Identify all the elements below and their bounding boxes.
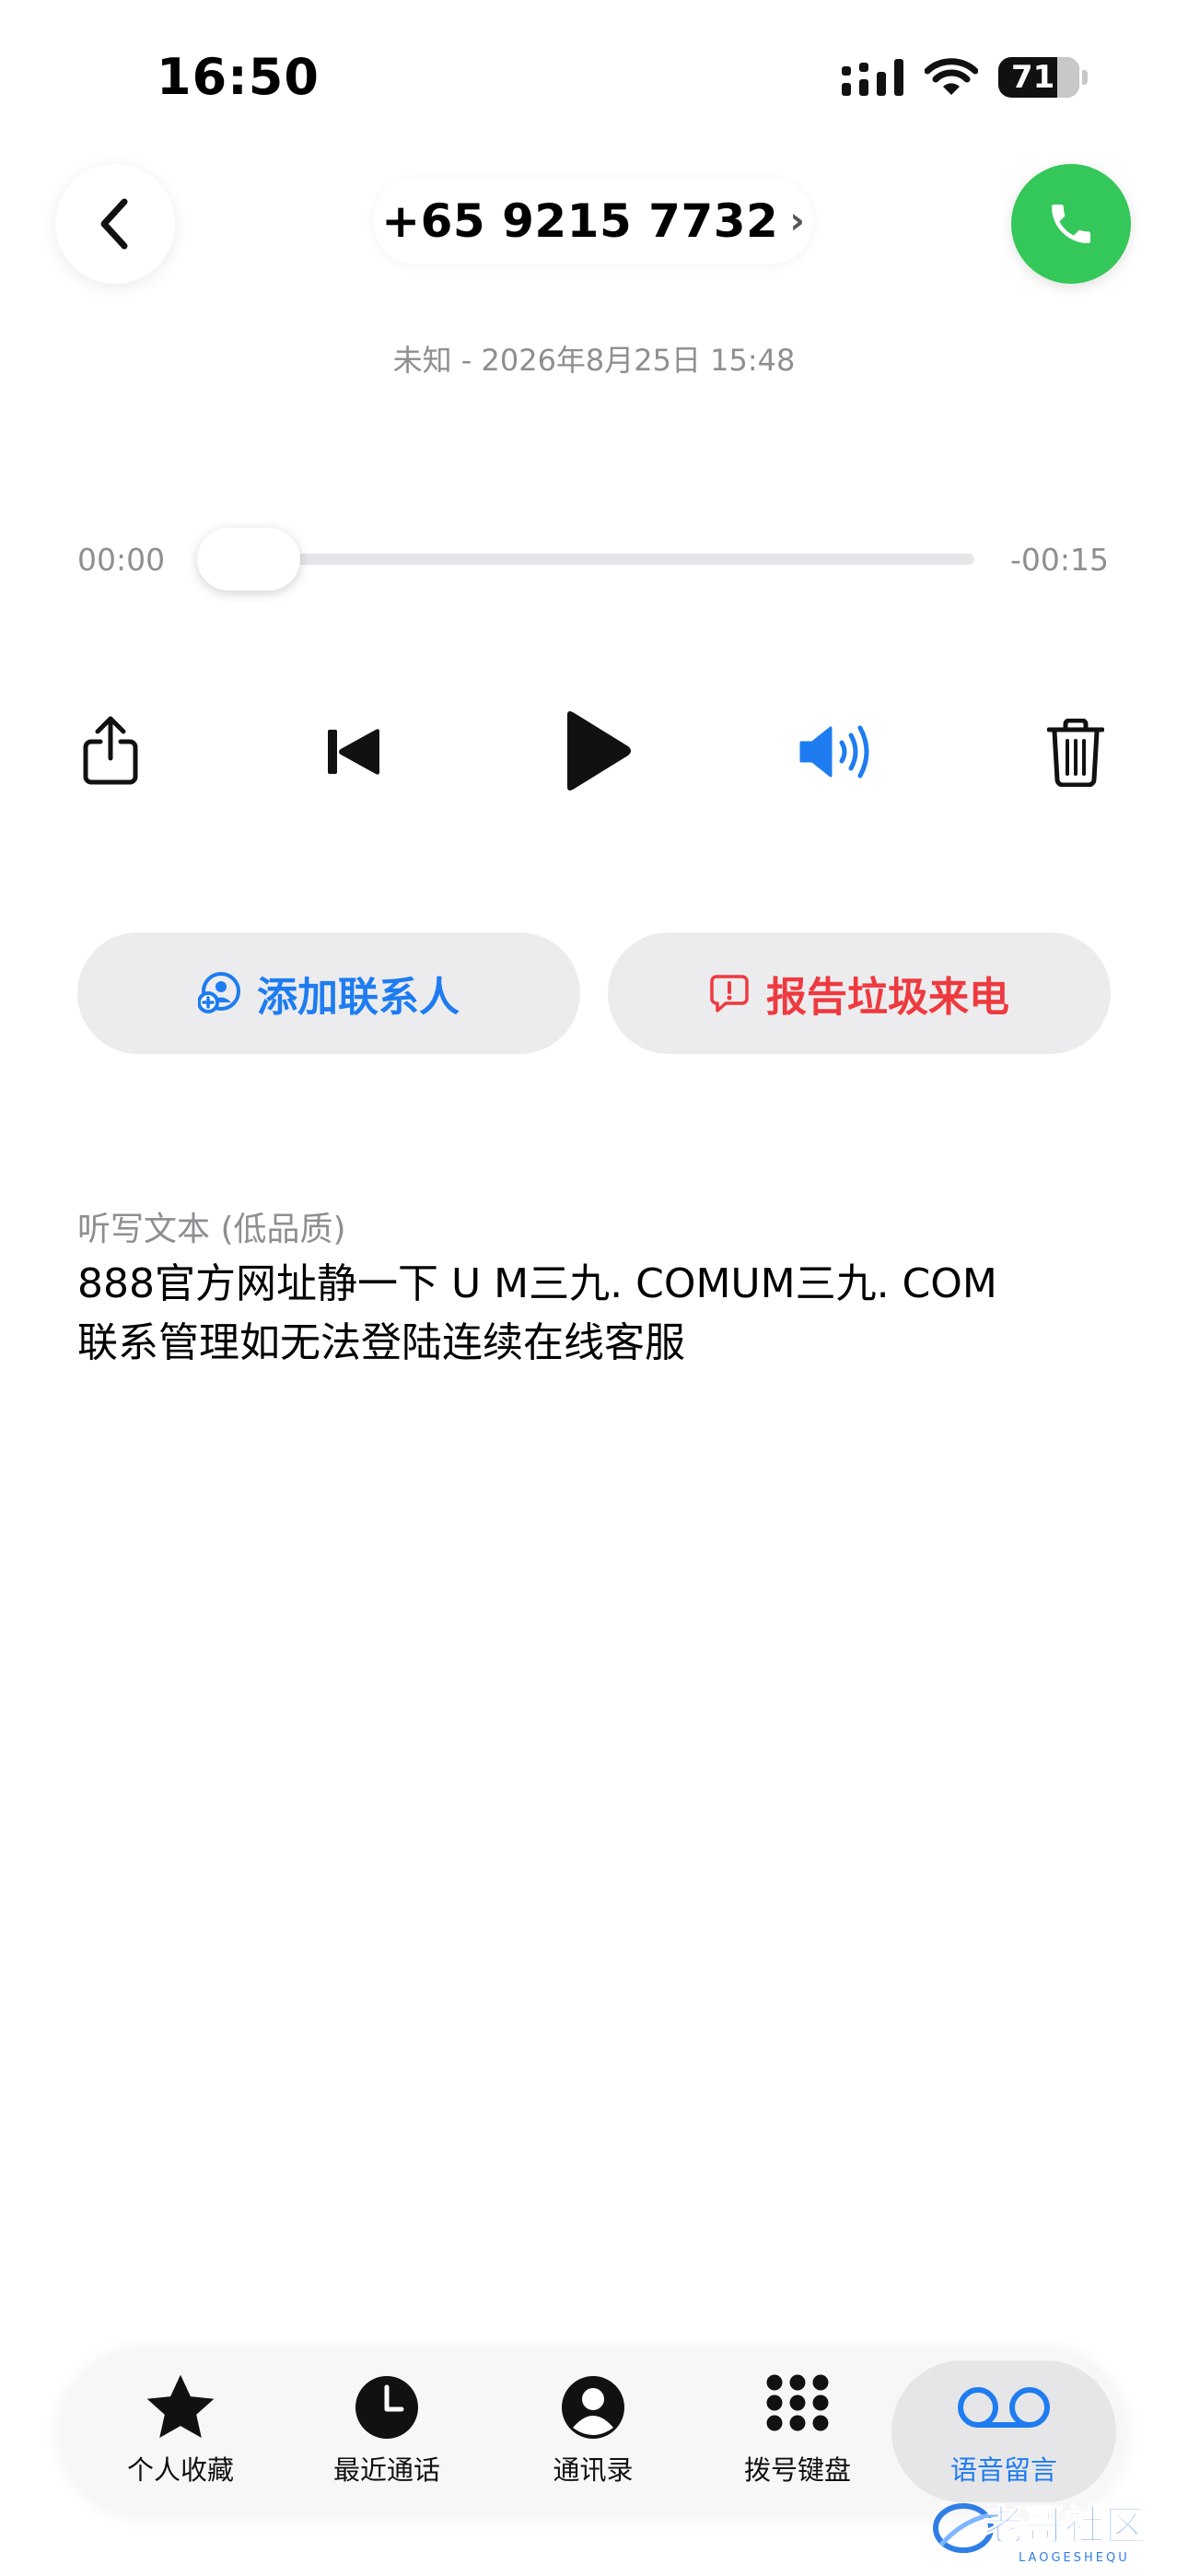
- clock-icon: [355, 2376, 418, 2439]
- transcript-line: 888官方网址静一下 U M三九. COMUM三九. COM: [77, 1260, 997, 1307]
- trash-icon: [1047, 719, 1104, 787]
- share-button[interactable]: [72, 709, 149, 792]
- play-icon: [567, 711, 631, 790]
- phone-icon: [1052, 205, 1090, 243]
- play-button[interactable]: [551, 702, 643, 800]
- phone-number-button[interactable]: +65 9215 7732 ›: [373, 178, 813, 264]
- watermark-logo: 老哥社区 LAOGESHEQU: [930, 2488, 1170, 2570]
- phone-number: +65 9215 7732: [381, 194, 779, 248]
- skip-back-icon: [328, 729, 379, 775]
- report-spam-label: 报告垃圾来电: [766, 974, 1009, 1021]
- status-time: 16:50: [157, 48, 320, 106]
- tab-label: 个人收藏: [126, 2454, 234, 2486]
- share-icon: [83, 716, 138, 785]
- person-circle-icon: [562, 2376, 624, 2439]
- exclamation-bubble-icon: [710, 975, 749, 1013]
- tab-label: 语音留言: [949, 2454, 1057, 2486]
- battery-indicator: 71: [998, 57, 1088, 98]
- call-details: 未知 - 2026年8月25日 15:48: [392, 343, 796, 378]
- skip-back-button[interactable]: [313, 715, 396, 789]
- tab-recents[interactable]: 最近通话: [285, 2360, 488, 2502]
- chevron-left-icon: [100, 198, 128, 250]
- playback-track[interactable]: [199, 554, 974, 565]
- remaining-time: -00:15: [1009, 542, 1109, 578]
- transcript-line: 联系管理如无法登陆连续在线客服: [77, 1319, 685, 1366]
- report-spam-button[interactable]: 报告垃圾来电: [608, 932, 1111, 1054]
- tab-keypad[interactable]: 拨号键盘: [696, 2360, 899, 2502]
- voicemail-icon: [958, 2387, 1050, 2428]
- speaker-button[interactable]: [790, 714, 886, 790]
- cellular-signal-icon: [842, 59, 903, 96]
- tab-favorites[interactable]: 个人收藏: [79, 2360, 282, 2502]
- speaker-icon: [799, 725, 869, 779]
- tab-label: 最近通话: [332, 2454, 440, 2486]
- tab-voicemail[interactable]: 语音留言: [903, 2360, 1105, 2502]
- chevron-right-icon: ›: [789, 200, 805, 242]
- svg-text:LAOGESHEQU: LAOGESHEQU: [1019, 2551, 1130, 2565]
- call-button[interactable]: [1011, 164, 1131, 284]
- delete-button[interactable]: [1041, 711, 1111, 794]
- add-contact-button[interactable]: 添加联系人: [77, 932, 580, 1054]
- battery-level: 71: [1011, 59, 1055, 96]
- transcript-text: 888官方网址静一下 U M三九. COMUM三九. COM 联系管理如无法登陆…: [77, 1255, 1118, 1373]
- tab-contacts[interactable]: 通讯录: [492, 2360, 694, 2502]
- star-icon: [146, 2374, 215, 2439]
- add-person-icon: [198, 972, 240, 1013]
- playback-scrubber-knob[interactable]: [197, 528, 300, 591]
- keypad-icon: [766, 2374, 829, 2431]
- elapsed-time: 00:00: [77, 542, 166, 578]
- tab-label: 通讯录: [553, 2454, 634, 2486]
- status-icons: 71: [842, 57, 1088, 98]
- add-contact-label: 添加联系人: [257, 974, 460, 1021]
- transcript-label: 听写文本 (低品质): [77, 1211, 346, 1248]
- wifi-icon: [925, 58, 978, 95]
- tab-label: 拨号键盘: [743, 2454, 851, 2486]
- svg-text:老哥社区: 老哥社区: [984, 2502, 1146, 2549]
- back-button[interactable]: [55, 164, 175, 284]
